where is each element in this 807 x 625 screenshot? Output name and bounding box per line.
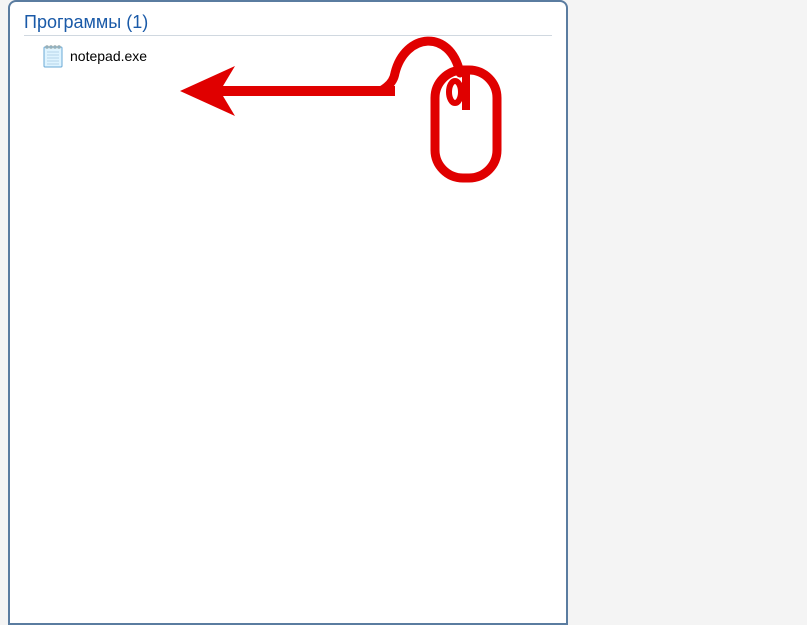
- group-header: Программы (1): [24, 12, 552, 36]
- notepad-icon: [42, 44, 64, 68]
- search-results-panel: Программы (1) notepad.exe: [8, 0, 568, 625]
- result-label: notepad.exe: [70, 48, 147, 64]
- group-count: (1): [126, 12, 148, 32]
- group-label: Программы: [24, 12, 121, 32]
- result-item-notepad[interactable]: notepad.exe: [24, 42, 552, 70]
